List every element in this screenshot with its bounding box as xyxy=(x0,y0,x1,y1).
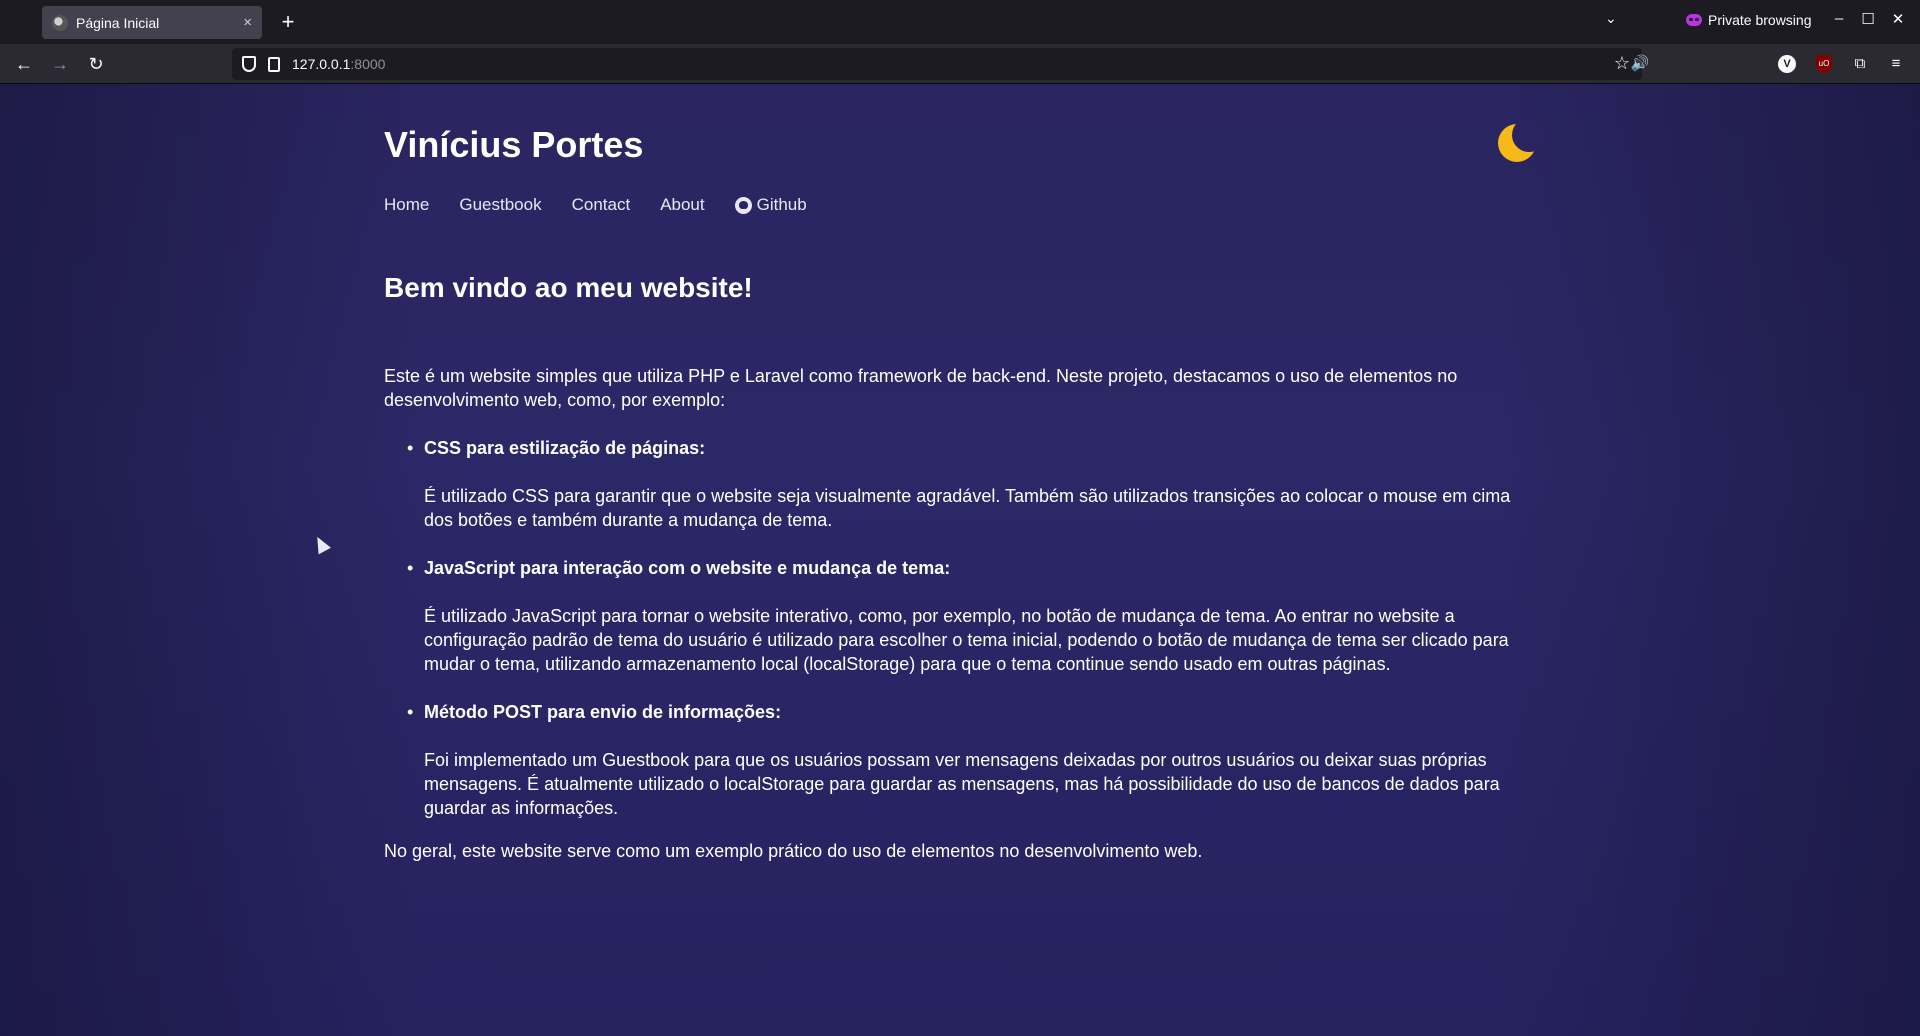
nav-home-link[interactable]: Home xyxy=(384,195,429,215)
tab-title: Página Inicial xyxy=(76,14,160,31)
nav-about-link[interactable]: About xyxy=(660,195,704,215)
tab-list-icon[interactable]: ⌄ xyxy=(1605,10,1617,27)
welcome-heading: Bem vindo ao meu website! xyxy=(384,272,753,303)
feature-description: É utilizado JavaScript para tornar o web… xyxy=(424,606,1509,674)
menu-icon[interactable]: ≡ xyxy=(1884,52,1908,76)
maximize-button[interactable]: ☐ xyxy=(1858,10,1878,28)
shield-icon[interactable] xyxy=(242,56,256,72)
extension-v-icon[interactable]: V xyxy=(1778,55,1796,73)
nav-contact-link[interactable]: Contact xyxy=(572,195,631,215)
tab-pagina-inicial[interactable]: Página Inicial × xyxy=(42,6,262,39)
forward-button[interactable]: → xyxy=(48,52,72,76)
feature-title: Método POST para envio de informações: xyxy=(424,702,782,722)
reload-button[interactable]: ↻ xyxy=(84,52,108,76)
tab-bar: Página Inicial × + ⌄ Private browsing – … xyxy=(0,0,1920,44)
browser-toolbar: ← → ↻ 127.0.0.1 :8000 ☆ 🔊 V uO ⧉ ≡ xyxy=(0,44,1920,84)
feature-title: JavaScript para interação com o website … xyxy=(424,558,951,578)
ublock-origin-icon[interactable]: uO xyxy=(1816,55,1832,73)
page-icon xyxy=(268,56,280,72)
nav-github-label: Github xyxy=(756,195,807,214)
list-item: CSS para estilização de páginas: É utili… xyxy=(407,436,1536,532)
url-host: 127.0.0.1 xyxy=(292,56,351,72)
new-tab-button[interactable]: + xyxy=(274,9,302,37)
minimize-button[interactable]: – xyxy=(1829,10,1849,27)
site-title: Vinícius Portes xyxy=(384,124,644,165)
mouse-cursor-icon xyxy=(311,533,331,555)
intro-paragraph: Este é um website simples que utiliza PH… xyxy=(384,366,1458,410)
favicon-icon xyxy=(52,14,68,31)
outro-paragraph: No geral, este website serve como um exe… xyxy=(384,841,1203,861)
feature-description: Foi implementado um Guestbook para que o… xyxy=(424,750,1500,818)
private-mask-icon xyxy=(1686,14,1702,26)
close-window-button[interactable]: ✕ xyxy=(1888,10,1908,28)
back-button[interactable]: ← xyxy=(12,52,36,76)
feature-list: CSS para estilização de páginas: É utili… xyxy=(407,436,1536,844)
list-item: Método POST para envio de informações: F… xyxy=(407,700,1536,820)
theme-toggle-button[interactable] xyxy=(1496,118,1546,164)
nav-github-link[interactable]: Github xyxy=(734,195,807,215)
list-item: JavaScript para interação com o website … xyxy=(407,556,1536,676)
github-icon xyxy=(734,196,752,214)
private-browsing-label: Private browsing xyxy=(1708,12,1812,28)
url-port: :8000 xyxy=(350,56,386,72)
extensions-icon[interactable]: ⧉ xyxy=(1848,52,1872,76)
url-bar[interactable]: 127.0.0.1 :8000 ☆ xyxy=(232,48,1642,80)
moon-icon xyxy=(1498,118,1546,162)
feature-title: CSS para estilização de páginas: xyxy=(424,438,706,458)
page-viewport: Vinícius Portes Home Guestbook Contact A… xyxy=(0,84,1920,1036)
nav-guestbook-link[interactable]: Guestbook xyxy=(459,195,541,215)
feature-description: É utilizado CSS para garantir que o webs… xyxy=(424,486,1511,530)
reader-audio-icon[interactable]: 🔊 xyxy=(1628,52,1652,76)
private-browsing-indicator: Private browsing xyxy=(1686,12,1812,28)
tab-close-icon[interactable]: × xyxy=(243,14,252,31)
site-nav: Home Guestbook Contact About Github xyxy=(384,195,807,215)
